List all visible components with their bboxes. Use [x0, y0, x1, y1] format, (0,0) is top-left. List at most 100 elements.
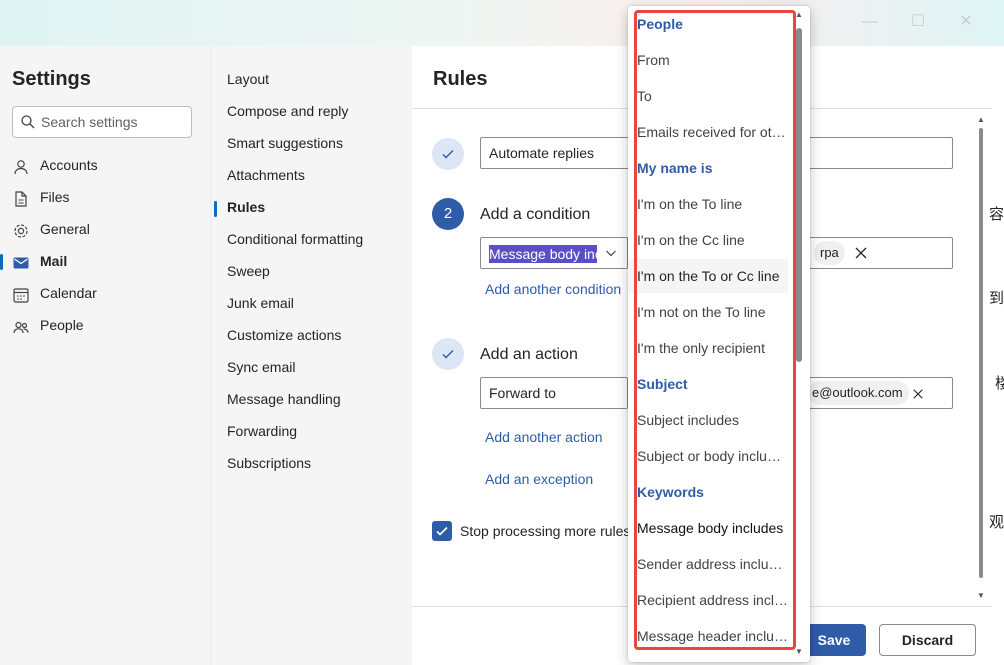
- settings-title: Settings: [12, 68, 91, 90]
- dropdown-option-on-cc-line[interactable]: I'm on the Cc line: [637, 223, 787, 257]
- dropdown-option-only-recipient[interactable]: I'm the only recipient: [637, 331, 787, 365]
- dropdown-group-people: People: [637, 16, 683, 32]
- nav-label: Calendar: [40, 285, 97, 301]
- checkmark-icon: [436, 526, 448, 536]
- chevron-down-icon: [606, 250, 616, 257]
- menu-item-layout[interactable]: Layout: [227, 71, 269, 91]
- step-2-number: 2: [432, 198, 464, 230]
- remove-chip-icon[interactable]: [854, 246, 868, 260]
- save-button[interactable]: Save: [802, 624, 866, 656]
- nav-label: Accounts: [40, 157, 98, 173]
- dropdown-scroll-down-arrow[interactable]: ▼: [795, 648, 803, 656]
- mail-settings-list: Layout Compose and reply Smart suggestio…: [210, 46, 412, 665]
- menu-item-attachments[interactable]: Attachments: [227, 167, 305, 187]
- search-input[interactable]: [41, 111, 187, 133]
- condition-select-value: Message body includes: [489, 245, 597, 263]
- person-icon: [14, 160, 28, 175]
- calendar-icon: [13, 288, 29, 303]
- mail-icon: [13, 257, 29, 269]
- search-box[interactable]: [12, 106, 192, 138]
- nav-item-general[interactable]: General: [0, 214, 210, 246]
- dropdown-option-on-to-or-cc-line[interactable]: I'm on the To or Cc line: [628, 259, 788, 293]
- background-text: 楼: [995, 375, 1004, 392]
- nav-label: People: [40, 317, 84, 333]
- nav-label: Mail: [40, 253, 68, 269]
- active-indicator: [214, 201, 217, 217]
- action-select-value: Forward to: [489, 385, 556, 401]
- condition-select[interactable]: Message body includes: [480, 237, 628, 269]
- nav-item-calendar[interactable]: Calendar: [0, 278, 210, 310]
- dropdown-scroll-up-arrow[interactable]: ▲: [795, 11, 803, 19]
- dropdown-group-subject: Subject: [637, 376, 688, 392]
- stop-processing-label: Stop processing more rules: [460, 523, 631, 539]
- dropdown-option-to[interactable]: To: [637, 79, 787, 113]
- people-icon: [13, 321, 29, 334]
- add-exception-link[interactable]: Add an exception: [485, 471, 593, 487]
- condition-title: Add a condition: [480, 206, 591, 223]
- nav-item-people[interactable]: People: [0, 310, 210, 342]
- dropdown-option-recipient-address-includes[interactable]: Recipient address incl…: [637, 583, 787, 617]
- dropdown-option-message-body-includes[interactable]: Message body includes: [637, 511, 787, 545]
- dropdown-option-message-header-includes[interactable]: Message header inclu…: [637, 619, 787, 653]
- title-bar: — ☐ ✕: [0, 0, 1004, 46]
- file-icon: [15, 191, 27, 207]
- dropdown-option-not-on-to-line[interactable]: I'm not on the To line: [637, 295, 787, 329]
- background-text: 到: [989, 290, 1004, 307]
- page-title: Rules: [433, 68, 488, 90]
- nav-item-files[interactable]: Files: [0, 182, 210, 214]
- menu-item-forwarding[interactable]: Forwarding: [227, 423, 297, 443]
- scroll-down-arrow[interactable]: ▼: [977, 592, 985, 600]
- search-icon: [21, 115, 35, 129]
- action-select[interactable]: Forward to: [480, 377, 628, 409]
- nav-item-accounts[interactable]: Accounts: [0, 150, 210, 182]
- menu-item-rules[interactable]: Rules: [227, 199, 265, 219]
- add-action-link[interactable]: Add another action: [485, 429, 603, 445]
- discard-button[interactable]: Discard: [879, 624, 976, 656]
- dropdown-option-from[interactable]: From: [637, 43, 787, 77]
- condition-dropdown-list: People From To Emails received for ot… M…: [628, 6, 810, 662]
- condition-chip: rpa: [814, 241, 845, 265]
- dropdown-scrollbar-thumb[interactable]: [796, 28, 802, 362]
- stop-processing-checkbox[interactable]: [432, 521, 452, 541]
- menu-item-sweep[interactable]: Sweep: [227, 263, 270, 283]
- recipient-chip: e@outlook.com: [808, 381, 909, 405]
- checkmark-icon: [442, 150, 454, 159]
- scroll-up-arrow[interactable]: ▲: [977, 116, 985, 124]
- dropdown-option-on-to-line[interactable]: I'm on the To line: [637, 187, 787, 221]
- menu-item-compose-and-reply[interactable]: Compose and reply: [227, 103, 348, 123]
- dropdown-option-subject-includes[interactable]: Subject includes: [637, 403, 787, 437]
- menu-item-customize-actions[interactable]: Customize actions: [227, 327, 341, 347]
- menu-item-message-handling[interactable]: Message handling: [227, 391, 341, 411]
- checkmark-icon: [442, 350, 454, 359]
- gear-icon: [14, 224, 28, 238]
- nav-item-mail[interactable]: Mail: [0, 246, 210, 278]
- add-condition-link[interactable]: Add another condition: [485, 281, 621, 297]
- dropdown-group-keywords: Keywords: [637, 484, 704, 500]
- nav-label: General: [40, 221, 90, 237]
- menu-item-sync-email[interactable]: Sync email: [227, 359, 295, 379]
- rule-name-value: Automate replies: [489, 145, 595, 161]
- nav-label: Files: [40, 189, 70, 205]
- main-scrollbar-thumb[interactable]: [979, 128, 983, 578]
- settings-pane: Settings Accounts Files General Mail Cal…: [0, 46, 210, 665]
- menu-item-smart-suggestions[interactable]: Smart suggestions: [227, 135, 343, 155]
- maximize-button[interactable]: ☐: [908, 12, 928, 32]
- menu-item-junk-email[interactable]: Junk email: [227, 295, 294, 315]
- menu-item-subscriptions[interactable]: Subscriptions: [227, 455, 311, 475]
- dropdown-option-subject-or-body-includes[interactable]: Subject or body inclu…: [637, 439, 787, 473]
- dropdown-option-emails-received-for[interactable]: Emails received for ot…: [637, 115, 787, 149]
- menu-item-conditional-formatting[interactable]: Conditional formatting: [227, 231, 363, 251]
- background-window: [992, 46, 1004, 665]
- action-title: Add an action: [480, 346, 578, 363]
- remove-chip-icon[interactable]: [912, 388, 924, 400]
- minimize-button[interactable]: —: [860, 12, 880, 32]
- background-text: 容: [989, 206, 1004, 223]
- close-button[interactable]: ✕: [956, 12, 976, 32]
- step-3-complete: [432, 338, 464, 370]
- step-1-complete: [432, 138, 464, 170]
- dropdown-option-sender-address-includes[interactable]: Sender address inclu…: [637, 547, 787, 581]
- dropdown-group-my-name-is: My name is: [637, 160, 713, 176]
- chip-label: rpa: [820, 245, 839, 260]
- chip-label: e@outlook.com: [812, 385, 903, 400]
- background-text: 观: [989, 514, 1004, 531]
